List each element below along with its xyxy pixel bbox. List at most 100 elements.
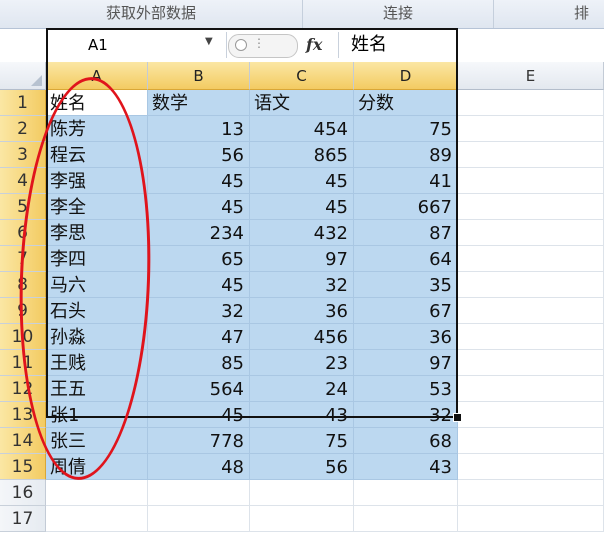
cell[interactable] bbox=[458, 246, 604, 272]
value-cell[interactable]: 432 bbox=[250, 220, 354, 246]
value-cell[interactable]: 43 bbox=[250, 402, 354, 428]
cell[interactable] bbox=[458, 90, 604, 116]
name-cell[interactable]: 王贱 bbox=[46, 350, 148, 376]
header-cell[interactable]: 分数 bbox=[354, 90, 458, 116]
column-header-c[interactable]: C bbox=[250, 62, 354, 90]
value-cell[interactable]: 45 bbox=[250, 168, 354, 194]
cell[interactable] bbox=[458, 376, 604, 402]
column-header-d[interactable]: D bbox=[354, 62, 458, 90]
cell[interactable] bbox=[458, 480, 604, 506]
cell[interactable] bbox=[458, 194, 604, 220]
row-header-2[interactable]: 2 bbox=[0, 116, 46, 142]
row-header-1[interactable]: 1 bbox=[0, 90, 46, 116]
row-header-10[interactable]: 10 bbox=[0, 324, 46, 350]
cell[interactable] bbox=[148, 480, 250, 506]
value-cell[interactable]: 47 bbox=[148, 324, 250, 350]
name-cell[interactable]: 马六 bbox=[46, 272, 148, 298]
value-cell[interactable]: 75 bbox=[250, 428, 354, 454]
chevron-down-icon[interactable]: ▼ bbox=[205, 36, 213, 47]
row-header-16[interactable]: 16 bbox=[0, 480, 46, 506]
cell[interactable] bbox=[458, 454, 604, 480]
value-cell[interactable]: 45 bbox=[148, 194, 250, 220]
value-cell[interactable]: 45 bbox=[148, 402, 250, 428]
row-header-15[interactable]: 15 bbox=[0, 454, 46, 480]
value-cell[interactable]: 13 bbox=[148, 116, 250, 142]
name-cell[interactable]: 石头 bbox=[46, 298, 148, 324]
value-cell[interactable]: 45 bbox=[250, 194, 354, 220]
row-header-12[interactable]: 12 bbox=[0, 376, 46, 402]
value-cell[interactable]: 32 bbox=[354, 402, 458, 428]
value-cell[interactable]: 456 bbox=[250, 324, 354, 350]
value-cell[interactable]: 64 bbox=[354, 246, 458, 272]
row-header-3[interactable]: 3 bbox=[0, 142, 46, 168]
name-cell[interactable]: 陈芳 bbox=[46, 116, 148, 142]
value-cell[interactable]: 43 bbox=[354, 454, 458, 480]
row-header-17[interactable]: 17 bbox=[0, 506, 46, 532]
value-cell[interactable]: 32 bbox=[148, 298, 250, 324]
value-cell[interactable]: 87 bbox=[354, 220, 458, 246]
name-cell[interactable]: 周倩 bbox=[46, 454, 148, 480]
formula-input[interactable]: 姓名 bbox=[338, 32, 600, 58]
value-cell[interactable]: 36 bbox=[250, 298, 354, 324]
value-cell[interactable]: 45 bbox=[148, 168, 250, 194]
value-cell[interactable]: 97 bbox=[354, 350, 458, 376]
select-all-button[interactable] bbox=[0, 62, 46, 90]
header-cell[interactable]: 姓名 bbox=[46, 90, 148, 116]
cell[interactable] bbox=[250, 506, 354, 532]
name-cell[interactable]: 孙淼 bbox=[46, 324, 148, 350]
row-header-9[interactable]: 9 bbox=[0, 298, 46, 324]
name-cell[interactable]: 李全 bbox=[46, 194, 148, 220]
cell[interactable] bbox=[354, 506, 458, 532]
name-cell[interactable]: 张三 bbox=[46, 428, 148, 454]
value-cell[interactable]: 865 bbox=[250, 142, 354, 168]
value-cell[interactable]: 36 bbox=[354, 324, 458, 350]
cell[interactable] bbox=[458, 220, 604, 246]
cell[interactable] bbox=[458, 272, 604, 298]
name-cell[interactable]: 程云 bbox=[46, 142, 148, 168]
value-cell[interactable]: 75 bbox=[354, 116, 458, 142]
value-cell[interactable]: 24 bbox=[250, 376, 354, 402]
cell[interactable] bbox=[458, 428, 604, 454]
formula-bar-resize-handle[interactable]: ⋮ bbox=[228, 34, 298, 58]
value-cell[interactable]: 89 bbox=[354, 142, 458, 168]
value-cell[interactable]: 67 bbox=[354, 298, 458, 324]
name-box[interactable]: A1 ▼ bbox=[0, 32, 227, 58]
name-cell[interactable]: 李思 bbox=[46, 220, 148, 246]
value-cell[interactable]: 65 bbox=[148, 246, 250, 272]
name-cell[interactable]: 王五 bbox=[46, 376, 148, 402]
value-cell[interactable]: 454 bbox=[250, 116, 354, 142]
cell[interactable] bbox=[46, 480, 148, 506]
value-cell[interactable]: 41 bbox=[354, 168, 458, 194]
cell[interactable] bbox=[250, 480, 354, 506]
row-header-11[interactable]: 11 bbox=[0, 350, 46, 376]
value-cell[interactable]: 32 bbox=[250, 272, 354, 298]
header-cell[interactable]: 数学 bbox=[148, 90, 250, 116]
value-cell[interactable]: 45 bbox=[148, 272, 250, 298]
cell[interactable] bbox=[458, 116, 604, 142]
cell[interactable] bbox=[458, 298, 604, 324]
value-cell[interactable]: 56 bbox=[148, 142, 250, 168]
value-cell[interactable]: 35 bbox=[354, 272, 458, 298]
insert-function-icon[interactable]: fx bbox=[306, 35, 322, 54]
ribbon-group-get-external-data[interactable]: 获取外部数据 bbox=[0, 0, 303, 28]
row-header-5[interactable]: 5 bbox=[0, 194, 46, 220]
name-cell[interactable]: 张1 bbox=[46, 402, 148, 428]
value-cell[interactable]: 68 bbox=[354, 428, 458, 454]
value-cell[interactable]: 85 bbox=[148, 350, 250, 376]
cell[interactable] bbox=[458, 324, 604, 350]
row-header-4[interactable]: 4 bbox=[0, 168, 46, 194]
cell[interactable] bbox=[354, 480, 458, 506]
ribbon-group-connections[interactable]: 连接 bbox=[303, 0, 494, 28]
value-cell[interactable]: 667 bbox=[354, 194, 458, 220]
column-header-e[interactable]: E bbox=[458, 62, 604, 90]
column-header-a[interactable]: A bbox=[46, 62, 148, 90]
value-cell[interactable]: 48 bbox=[148, 454, 250, 480]
value-cell[interactable]: 778 bbox=[148, 428, 250, 454]
cell[interactable] bbox=[458, 402, 604, 428]
value-cell[interactable]: 53 bbox=[354, 376, 458, 402]
cell[interactable] bbox=[458, 506, 604, 532]
row-header-6[interactable]: 6 bbox=[0, 220, 46, 246]
cell[interactable] bbox=[46, 506, 148, 532]
row-header-7[interactable]: 7 bbox=[0, 246, 46, 272]
value-cell[interactable]: 97 bbox=[250, 246, 354, 272]
